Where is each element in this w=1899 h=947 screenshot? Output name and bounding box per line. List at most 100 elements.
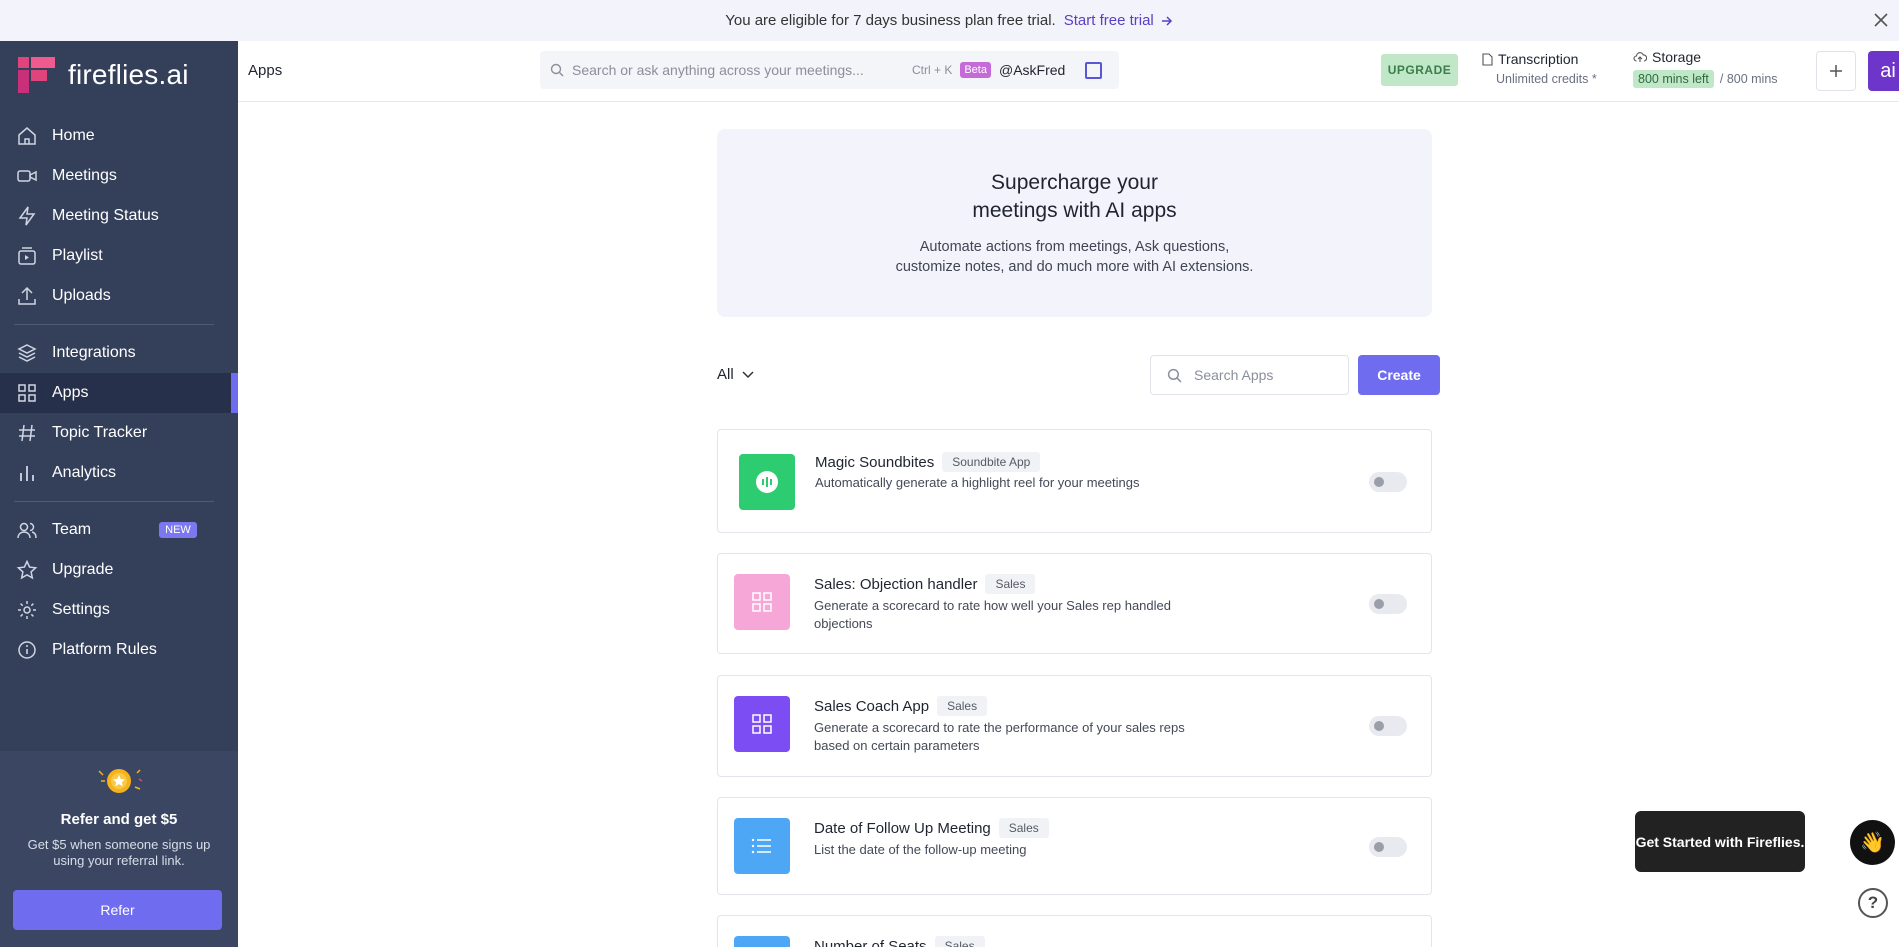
sidebar-item-label: Topic Tracker [52,424,148,441]
add-button[interactable] [1816,51,1856,91]
storage-info: Storage 800 mins left / 800 mins [1633,49,1778,88]
app-toggle[interactable] [1369,594,1407,614]
refer-button[interactable]: Refer [13,890,222,930]
app-name: Date of Follow Up Meeting [814,819,991,837]
sidebar-item-apps[interactable]: Apps [0,373,238,413]
sidebar-item-label: Integrations [52,344,136,361]
fireflies-logo-icon [18,57,55,93]
grid-icon [18,384,36,402]
upload-icon [18,286,36,305]
help-icon: ? [1867,893,1879,912]
app-card[interactable]: Sales: Objection handler Sales Generate … [717,553,1432,654]
app-toggle[interactable] [1369,837,1407,857]
app-tag: Soundbite App [942,452,1041,472]
sidebar-item-topic-tracker[interactable]: Topic Tracker [0,413,238,453]
sidebar-item-uploads[interactable]: Uploads [0,276,238,316]
hero-title: Supercharge your meetings with AI apps [717,169,1432,225]
sidebar-item-team[interactable]: Team NEW [0,510,238,550]
sidebar-item-platform-rules[interactable]: Platform Rules [0,630,238,670]
referral-card: Refer and get $5 Get $5 when someone sig… [0,751,238,947]
apps-search-input[interactable]: Search Apps [1150,355,1349,395]
sidebar: fireflies.ai Home Meetings Meeting Statu… [0,41,238,947]
askfred-checkbox[interactable] [1085,61,1103,79]
sidebar-item-label: Upgrade [52,561,114,578]
transcription-label: Transcription [1498,51,1579,67]
sidebar-item-meeting-status[interactable]: Meeting Status [0,196,238,236]
top-header: Apps Search or ask anything across your … [238,41,1899,102]
search-icon [550,63,564,77]
sidebar-item-label: Home [52,127,95,144]
sidebar-divider [14,501,214,502]
soundbite-icon [756,471,778,493]
apps-hero-banner: Supercharge your meetings with AI apps A… [717,129,1432,317]
sidebar-item-meetings[interactable]: Meetings [0,156,238,196]
app-toggle[interactable] [1369,472,1407,492]
sidebar-item-settings[interactable]: Settings [0,590,238,630]
sidebar-item-home[interactable]: Home [0,116,238,156]
get-started-tooltip: Get Started with Fireflies. [1635,811,1805,872]
hero-description: Automate actions from meetings, Ask ques… [717,237,1432,277]
app-card[interactable]: Sales Coach App Sales Generate a scoreca… [717,675,1432,777]
app-card[interactable]: Number of Seats Sales [717,915,1432,947]
avatar[interactable]: ai [1868,51,1899,91]
hero-description-line: Automate actions from meetings, Ask ques… [919,239,1230,255]
apps-search-placeholder: Search Apps [1194,367,1274,383]
bar-chart-icon [20,466,34,481]
category-filter-dropdown[interactable]: All [717,366,754,383]
page-title: Apps [248,62,283,79]
close-icon[interactable] [1871,10,1891,30]
app-name: Sales Coach App [814,697,930,715]
grid-icon [752,714,772,734]
help-button[interactable]: ? [1858,888,1888,918]
plus-icon [1830,65,1842,77]
storage-total: / 800 mins [1719,72,1778,86]
coin-icon [98,769,143,793]
playlist-icon [18,247,36,265]
cloud-upload-icon [1633,52,1647,62]
get-started-button[interactable]: 👋 [1850,820,1895,865]
grid-icon [752,592,772,612]
app-icon-tile [739,454,795,510]
brand-name: fireflies.ai [68,59,189,90]
upgrade-button[interactable]: UPGRADE [1381,54,1458,86]
search-placeholder: Search or ask anything across your meeti… [572,62,864,78]
app-card[interactable]: Magic Soundbites Soundbite App Automatic… [717,429,1432,533]
arrow-right-icon [1161,15,1172,26]
refer-title: Refer and get $5 [60,811,178,828]
app-name: Number of Seats [814,937,927,947]
transcription-info: Transcription Unlimited credits * [1482,51,1597,86]
app-icon-tile [734,818,790,874]
askfred-label: @AskFred [998,62,1066,78]
category-filter-value: All [717,366,734,383]
waving-hand-icon: 👋 [1860,832,1885,854]
sidebar-item-playlist[interactable]: Playlist [0,236,238,276]
banner-text: You are eligible for 7 days business pla… [725,12,1056,29]
search-shortcut: Ctrl + K [912,63,953,77]
app-toggle[interactable] [1369,716,1407,736]
app-description: Generate a scorecard to rate how well yo… [814,598,1171,631]
sidebar-item-upgrade[interactable]: Upgrade [0,550,238,590]
transcription-value: Unlimited credits * [1496,72,1597,86]
trial-banner: You are eligible for 7 days business pla… [0,0,1899,41]
sidebar-item-analytics[interactable]: Analytics [0,453,238,493]
document-icon [1482,52,1493,66]
fireflies-logo[interactable]: fireflies.ai [18,57,189,93]
create-app-button[interactable]: Create [1358,355,1440,395]
sidebar-item-label: Uploads [52,287,111,304]
hero-title-line: meetings with AI apps [972,199,1177,222]
layers-icon [17,344,37,362]
sidebar-item-integrations[interactable]: Integrations [0,333,238,373]
list-icon [751,838,771,854]
start-free-trial-link[interactable]: Start free trial [1064,12,1174,29]
app-card[interactable]: Date of Follow Up Meeting Sales List the… [717,797,1432,895]
start-free-trial-label: Start free trial [1063,12,1154,29]
sidebar-item-label: Platform Rules [52,641,157,658]
sidebar-divider [14,324,214,325]
app-title: Sales: Objection handler Sales [814,574,1036,594]
global-search-input[interactable]: Search or ask anything across your meeti… [540,51,1119,89]
app-title: Magic Soundbites Soundbite App [815,452,1041,472]
beta-badge: Beta [960,62,991,78]
sidebar-item-label: Team [52,521,92,538]
sidebar-item-label: Analytics [52,464,117,481]
app-icon-tile [734,574,790,630]
